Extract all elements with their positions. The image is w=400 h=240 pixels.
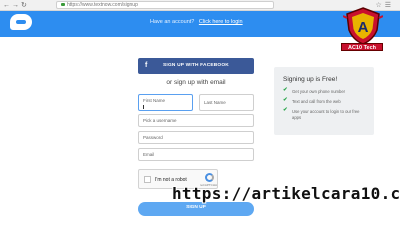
facebook-signup-button[interactable]: f SIGN UP WITH FACEBOOK [138,58,254,74]
account-prompt: Have an account? Click here to login [150,19,243,25]
recaptcha-icon [205,173,214,182]
account-question: Have an account? [150,19,195,25]
or-divider-text: or sign up with email [166,79,226,86]
facebook-button-label: SIGN UP WITH FACEBOOK [163,63,229,68]
facebook-icon: f [145,62,148,69]
email-field[interactable]: Email [138,148,254,161]
text-cursor [143,105,144,109]
username-placeholder: Pick a username [143,118,177,123]
last-name-field[interactable]: Last Name [199,94,254,111]
benefit-item: ✔ Get your own phone number [283,87,346,94]
username-field[interactable]: Pick a username [138,114,254,127]
last-name-placeholder: Last Name [204,100,226,105]
check-icon: ✔ [283,87,288,93]
password-placeholder: Password [143,135,163,140]
recaptcha-checkbox[interactable] [144,176,151,183]
shield-badge-icon: A [343,7,383,45]
first-name-label: First Name [143,98,166,103]
address-bar[interactable]: https://www.textnow.com/signup [56,1,274,9]
password-field[interactable]: Password [138,131,254,144]
first-name-field[interactable]: First Name [138,94,193,111]
site-header: Have an account? Click here to login [0,11,400,37]
benefit-item: ✔ Use your account to login to our free … [283,107,360,120]
check-icon: ✔ [283,97,288,103]
benefits-panel: Signing up is Free! ✔ Get your own phone… [274,67,374,135]
logo-icon[interactable] [10,14,32,30]
lock-icon [61,3,65,7]
login-link[interactable]: Click here to login [199,19,243,25]
browser-toolbar: ←→↻ https://www.textnow.com/signup ☆☰ [0,0,400,11]
badge-label: AC10 Tech [341,43,383,51]
watermark-text: https://artikelcara10.com [172,184,400,203]
benefits-title: Signing up is Free! [283,76,338,83]
benefit-item: ✔ Text and call from the web [283,97,341,104]
email-placeholder: Email [143,152,155,157]
check-icon: ✔ [283,107,288,113]
svg-text:A: A [358,19,369,36]
recaptcha-text: I'm not a robot [155,177,187,183]
browser-nav-icons[interactable]: ←→↻ [3,1,29,10]
signup-button[interactable]: SIGN UP [138,202,254,216]
address-text: https://www.textnow.com/signup [67,2,138,8]
